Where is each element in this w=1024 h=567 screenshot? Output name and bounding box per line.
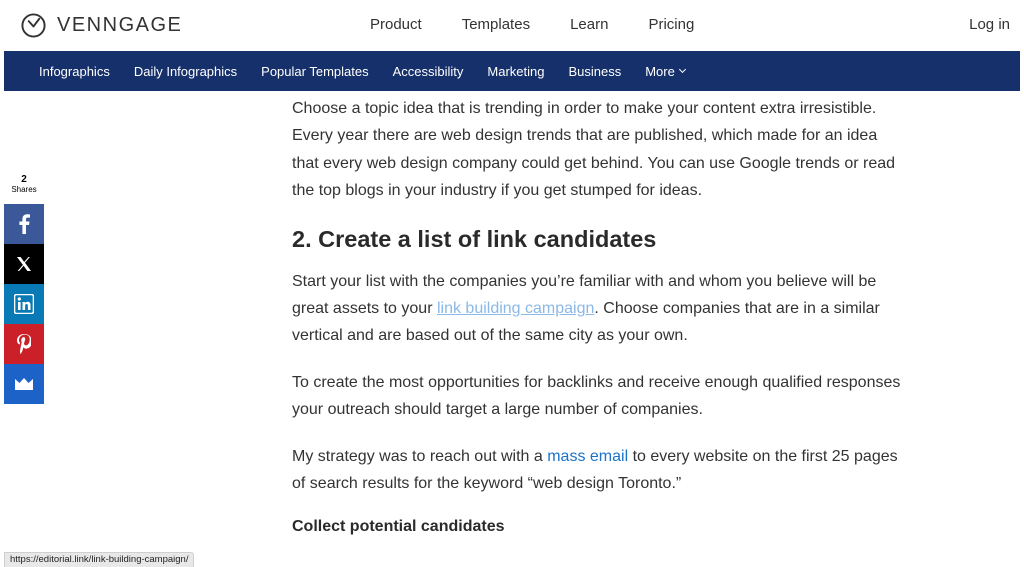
nav-templates[interactable]: Templates (462, 16, 530, 33)
share-count-label: Shares (11, 185, 37, 194)
status-bar-url: https://editorial.link/link-building-cam… (4, 552, 195, 567)
x-icon (17, 257, 31, 271)
subsection-heading: Collect potential candidates (292, 518, 505, 536)
nav-pricing[interactable]: Pricing (648, 16, 694, 33)
article-paragraph-strategy: My strategy was to reach out with a mass… (292, 443, 902, 498)
login-link[interactable]: Log in (969, 16, 1010, 33)
brand-name: VENNGAGE (57, 13, 183, 36)
category-more-dropdown[interactable]: More (645, 63, 686, 79)
share-linkedin-button[interactable] (4, 284, 44, 324)
nav-learn[interactable]: Learn (570, 16, 608, 33)
paragraph-text: My strategy was to reach out with a (292, 447, 548, 465)
venngage-logo-icon (21, 12, 46, 38)
article-intro-paragraph: Choose a topic idea that is trending in … (292, 100, 896, 200)
share-count: 2 Shares (4, 174, 44, 194)
mass-email-link[interactable]: mass email (547, 448, 628, 465)
main-nav: Product Templates Learn Pricing (370, 16, 734, 33)
link-building-campaign-link[interactable]: link building campaign (437, 300, 594, 317)
article-body: Choose a topic idea that is trending in … (292, 95, 902, 538)
category-popular-templates[interactable]: Popular Templates (261, 64, 368, 79)
category-more-label: More (645, 63, 675, 79)
share-facebook-button[interactable] (4, 204, 44, 244)
sumo-crown-icon (15, 378, 33, 390)
category-business[interactable]: Business (568, 64, 621, 79)
share-x-button[interactable] (4, 244, 44, 284)
nav-product[interactable]: Product (370, 16, 422, 33)
linkedin-icon (14, 294, 34, 314)
top-header: VENNGAGE Product Templates Learn Pricing… (0, 0, 1024, 51)
article-paragraph-opportunities: To create the most opportunities for bac… (292, 373, 901, 419)
category-accessibility[interactable]: Accessibility (393, 64, 464, 79)
article-paragraph-candidates: Start your list with the companies you’r… (292, 268, 902, 350)
category-bar: Infographics Daily Infographics Popular … (4, 51, 1020, 91)
category-marketing[interactable]: Marketing (487, 64, 544, 79)
share-count-number: 2 (21, 174, 27, 185)
chevron-down-icon (678, 65, 686, 74)
facebook-icon (19, 214, 30, 234)
category-infographics[interactable]: Infographics (39, 64, 110, 79)
share-sumo-button[interactable] (4, 364, 44, 404)
pinterest-icon (17, 334, 31, 354)
section-heading: 2. Create a list of link candidates (292, 225, 657, 252)
share-pinterest-button[interactable] (4, 324, 44, 364)
category-daily-infographics[interactable]: Daily Infographics (134, 64, 237, 79)
venngage-logo[interactable]: VENNGAGE (20, 11, 182, 39)
